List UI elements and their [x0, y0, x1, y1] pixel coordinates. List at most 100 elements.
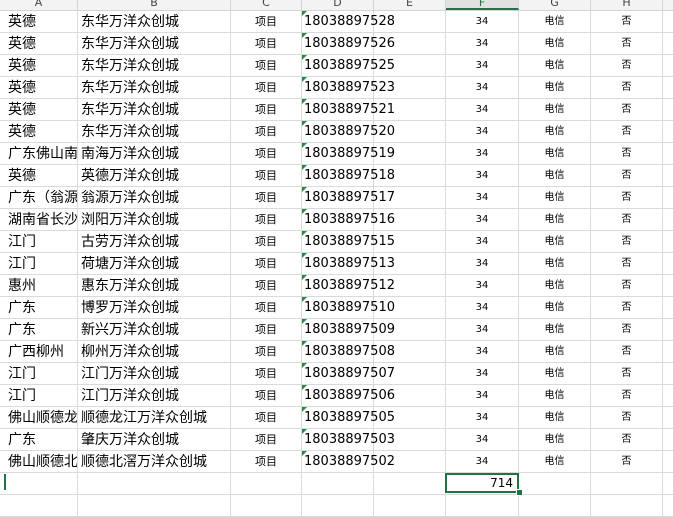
cell-g[interactable]: 电信	[519, 33, 591, 55]
cell-h[interactable]	[591, 495, 663, 517]
cell-d[interactable]: 18038897521	[302, 99, 395, 121]
cell-d[interactable]: 18038897528	[302, 11, 395, 33]
cell-a[interactable]: 广东	[0, 319, 78, 341]
cell-a[interactable]: 广东	[0, 429, 78, 451]
cell-b[interactable]: 顺德龙江万洋众创城	[78, 407, 231, 429]
cell-b[interactable]: 英德万洋众创城	[78, 165, 231, 187]
cell-h[interactable]: 否	[591, 407, 663, 429]
cell-i[interactable]	[663, 11, 673, 33]
cell-f[interactable]: 34	[446, 407, 519, 429]
cell-g[interactable]: 电信	[519, 187, 591, 209]
cell-h[interactable]: 否	[591, 11, 663, 33]
cell-i[interactable]	[663, 231, 673, 253]
cell-f[interactable]: 34	[446, 297, 519, 319]
cell-b[interactable]: 江门万洋众创城	[78, 363, 231, 385]
cell-h[interactable]: 否	[591, 77, 663, 99]
cell-i[interactable]	[663, 429, 673, 451]
cell-d[interactable]: 18038897512	[302, 275, 395, 297]
cell-a[interactable]: 惠州	[0, 275, 78, 297]
cell-d[interactable]	[302, 473, 374, 495]
cell-h[interactable]: 否	[591, 451, 663, 473]
cell-i[interactable]	[663, 473, 673, 495]
cell-d[interactable]: 18038897515	[302, 231, 395, 253]
cell-i[interactable]	[663, 495, 673, 517]
cell-d[interactable]: 18038897519	[302, 143, 395, 165]
cell-e[interactable]	[374, 275, 446, 297]
cell-i[interactable]	[663, 451, 673, 473]
cell-d[interactable]: 18038897503	[302, 429, 395, 451]
cell-i[interactable]	[663, 407, 673, 429]
cell-f[interactable]: 34	[446, 99, 519, 121]
cell-f[interactable]: 34	[446, 341, 519, 363]
cell-i[interactable]	[663, 297, 673, 319]
cell-c[interactable]: 项目	[231, 33, 302, 55]
cell-i[interactable]	[663, 385, 673, 407]
cell-h[interactable]: 否	[591, 363, 663, 385]
cell-e[interactable]	[374, 11, 446, 33]
cell-b[interactable]: 翁源万洋众创城	[78, 187, 231, 209]
cell-b[interactable]: 惠东万洋众创城	[78, 275, 231, 297]
cell-a[interactable]: 佛山顺德北	[0, 451, 78, 473]
column-header-f[interactable]: F	[446, 0, 519, 10]
cell-i[interactable]	[663, 253, 673, 275]
cell-a[interactable]: 英德	[0, 121, 78, 143]
cell-a[interactable]: 湖南省长沙	[0, 209, 78, 231]
cell-g[interactable]: 电信	[519, 407, 591, 429]
cell-g[interactable]: 电信	[519, 429, 591, 451]
column-header-h[interactable]: H	[591, 0, 663, 10]
cell-a[interactable]: 江门	[0, 363, 78, 385]
cell-e[interactable]	[374, 165, 446, 187]
cell-g[interactable]: 电信	[519, 55, 591, 77]
cell-c[interactable]: 项目	[231, 297, 302, 319]
cell-c[interactable]: 项目	[231, 407, 302, 429]
cell-g[interactable]: 电信	[519, 121, 591, 143]
cell-i[interactable]	[663, 209, 673, 231]
cell-b[interactable]: 肇庆万洋众创城	[78, 429, 231, 451]
cell-e[interactable]	[374, 385, 446, 407]
cell-g[interactable]: 电信	[519, 341, 591, 363]
cell-g[interactable]: 电信	[519, 319, 591, 341]
cell-d[interactable]: 18038897509	[302, 319, 395, 341]
cell-i[interactable]	[663, 341, 673, 363]
cell-g[interactable]: 电信	[519, 231, 591, 253]
cell-f[interactable]: 34	[446, 319, 519, 341]
cell-c[interactable]: 项目	[231, 275, 302, 297]
cell-h[interactable]	[591, 473, 663, 495]
cell-e[interactable]	[374, 363, 446, 385]
cell-h[interactable]: 否	[591, 121, 663, 143]
cell-d[interactable]	[302, 495, 374, 517]
cell-f[interactable]: 34	[446, 55, 519, 77]
cell-g[interactable]: 电信	[519, 77, 591, 99]
column-header-a[interactable]: A	[0, 0, 78, 10]
column-header-c[interactable]: C	[231, 0, 302, 10]
cell-c[interactable]: 项目	[231, 77, 302, 99]
cell-d[interactable]: 18038897506	[302, 385, 395, 407]
cell-d[interactable]: 18038897508	[302, 341, 395, 363]
cell-a[interactable]: 江门	[0, 385, 78, 407]
cell-g[interactable]: 电信	[519, 385, 591, 407]
cell-i[interactable]	[663, 99, 673, 121]
cell-e[interactable]	[374, 429, 446, 451]
cell-c[interactable]: 项目	[231, 451, 302, 473]
cell-d[interactable]: 18038897526	[302, 33, 395, 55]
cell-b[interactable]: 东华万洋众创城	[78, 121, 231, 143]
cell-a[interactable]: 英德	[0, 77, 78, 99]
cell-b[interactable]	[78, 473, 231, 495]
cell-a[interactable]	[0, 495, 78, 517]
cell-c[interactable]: 项目	[231, 231, 302, 253]
cell-b[interactable]: 古劳万洋众创城	[78, 231, 231, 253]
cell-e[interactable]	[374, 77, 446, 99]
cell-f[interactable]: 34	[446, 385, 519, 407]
cell-f[interactable]: 34	[446, 165, 519, 187]
cell-f[interactable]: 34	[446, 11, 519, 33]
cell-a[interactable]	[0, 473, 78, 495]
cell-g[interactable]: 电信	[519, 165, 591, 187]
cell-g[interactable]: 电信	[519, 209, 591, 231]
cell-i[interactable]	[663, 143, 673, 165]
cell-h[interactable]: 否	[591, 231, 663, 253]
cell-e[interactable]	[374, 253, 446, 275]
cell-d[interactable]: 18038897507	[302, 363, 395, 385]
cell-g[interactable]: 电信	[519, 253, 591, 275]
column-header-g[interactable]: G	[519, 0, 591, 10]
cell-h[interactable]: 否	[591, 319, 663, 341]
